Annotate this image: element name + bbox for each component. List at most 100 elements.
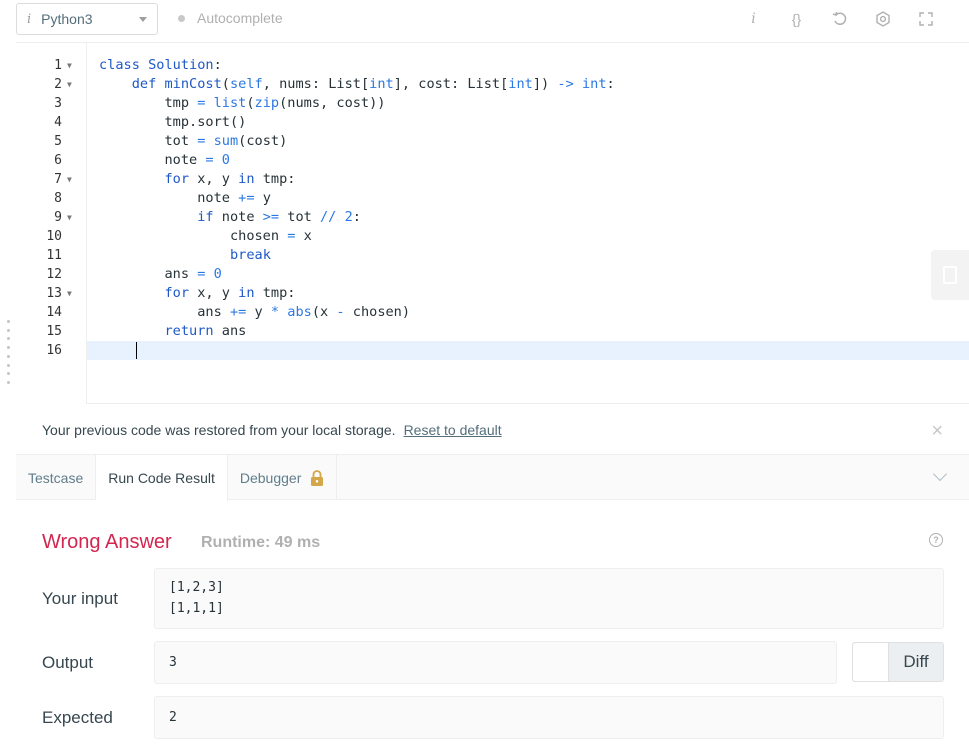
diff-label: Diff	[903, 652, 929, 671]
code-token: ->	[557, 76, 574, 92]
info-icon: i	[27, 11, 32, 27]
code-token: abs	[287, 304, 312, 320]
editor-toolbar: i Python3 Autocomplete i {}	[16, 0, 969, 43]
code-token: ], cost: List[	[393, 76, 509, 92]
language-select[interactable]: i Python3	[16, 3, 158, 35]
close-icon[interactable]: ×	[931, 421, 943, 441]
line-number: 4	[54, 115, 62, 130]
code-token: list	[213, 95, 247, 111]
code-token: (cost)	[238, 133, 288, 149]
code-line: def minCost(self, nums: List[int], cost:…	[99, 75, 969, 94]
run-result-panel: Wrong Answer Runtime: 49 ms ? Your input…	[16, 501, 969, 755]
code-token: *	[270, 304, 280, 320]
code-token: =	[205, 152, 214, 168]
code-line: for x, y in tmp:	[99, 170, 969, 189]
code-line: chosen = x	[99, 227, 969, 246]
line-number-gutter: 1 ▼ 2 ▼ 3 4 5 6 7 ▼ 8 9 ▼ 10 11 12 13 ▼ 14 15 16	[16, 43, 87, 404]
diff-toggle[interactable]: Diff	[852, 642, 944, 682]
line-number: 15	[46, 324, 62, 339]
code-token: (	[221, 76, 230, 92]
output-box: 3	[154, 641, 837, 684]
tab-debugger[interactable]: Debugger	[228, 455, 338, 500]
code-line: note += y	[99, 189, 969, 208]
line-number: 1	[54, 58, 62, 73]
reset-icon[interactable]	[818, 8, 861, 30]
code-token: ans	[213, 323, 247, 339]
line-number: 16	[46, 343, 62, 358]
code-token: if	[197, 209, 214, 225]
fold-arrow-icon[interactable]: ▼	[67, 75, 75, 94]
tab-testcase[interactable]: Testcase	[16, 455, 97, 500]
reset-to-default-link[interactable]: Reset to default	[404, 422, 502, 438]
code-token: 0	[213, 266, 222, 282]
line-number: 14	[46, 305, 62, 320]
code-token: zip	[254, 95, 280, 111]
code-token: y	[246, 304, 271, 320]
code-token: self	[229, 76, 263, 92]
code-token: for	[164, 285, 190, 301]
code-line: tot = sum(cost)	[99, 132, 969, 151]
code-panel: i Python3 Autocomplete i {} 1 ▼ 2 ▼ 3 4 5 6 7 ▼ 8 9…	[16, 0, 969, 755]
code-token: ans	[99, 304, 230, 320]
code-token: break	[229, 247, 271, 263]
code-token: int	[508, 76, 533, 92]
help-icon[interactable]: ?	[929, 533, 943, 547]
code-line: break	[99, 246, 969, 265]
fold-arrow-icon[interactable]: ▼	[67, 284, 75, 303]
code-editor[interactable]: 1 ▼ 2 ▼ 3 4 5 6 7 ▼ 8 9 ▼ 10 11 12 13 ▼ 14 15 16 class Solut…	[16, 43, 969, 404]
code-token: def	[131, 76, 165, 92]
line-number: 11	[46, 248, 62, 263]
diff-toggle-knob	[853, 643, 889, 681]
code-token: :	[606, 76, 615, 92]
code-token: Solution	[148, 57, 214, 73]
code-token: ans	[99, 266, 198, 282]
code-token: sum	[213, 133, 239, 149]
fullscreen-icon[interactable]	[904, 8, 947, 30]
code-token: note	[99, 190, 239, 206]
code-line: ans += y * abs(x - chosen)	[99, 303, 969, 322]
code-token: tmp:	[254, 285, 296, 301]
line-number: 12	[46, 267, 62, 282]
code-area[interactable]: class Solution: def minCost(self, nums: …	[87, 43, 969, 404]
line-number: 2	[54, 77, 62, 92]
code-line: note = 0	[99, 151, 969, 170]
code-token: (x	[311, 304, 337, 320]
chevron-down-icon[interactable]	[932, 466, 948, 482]
tab-run-code-result[interactable]: Run Code Result	[96, 455, 228, 501]
line-number: 5	[54, 134, 62, 149]
fold-arrow-icon[interactable]: ▼	[67, 208, 75, 227]
code-token: in	[238, 285, 255, 301]
code-token: tmp:	[254, 171, 296, 187]
code-token: x, y	[189, 285, 239, 301]
code-token: note	[213, 209, 263, 225]
tab-testcase-label: Testcase	[28, 469, 84, 486]
expected-box: 2	[154, 696, 944, 739]
fold-arrow-icon[interactable]: ▼	[67, 170, 75, 189]
code-token: :	[352, 209, 361, 225]
notes-side-tab[interactable]	[931, 250, 969, 300]
fold-arrow-icon[interactable]: ▼	[67, 56, 75, 75]
code-token: tmp	[99, 95, 198, 111]
info-icon[interactable]: i	[732, 8, 775, 30]
autocomplete-toggle[interactable]: Autocomplete	[178, 10, 283, 26]
code-token: +=	[229, 304, 247, 320]
code-token: >=	[262, 209, 280, 225]
braces-icon[interactable]: {}	[775, 8, 818, 30]
line-number: 6	[54, 153, 62, 168]
lock-icon	[310, 469, 324, 486]
code-line: tmp = list(zip(nums, cost))	[99, 94, 969, 113]
line-number: 3	[54, 96, 62, 111]
settings-icon[interactable]	[861, 8, 904, 30]
panel-resize-handle[interactable]	[5, 320, 11, 384]
code-token: tot	[279, 209, 320, 225]
